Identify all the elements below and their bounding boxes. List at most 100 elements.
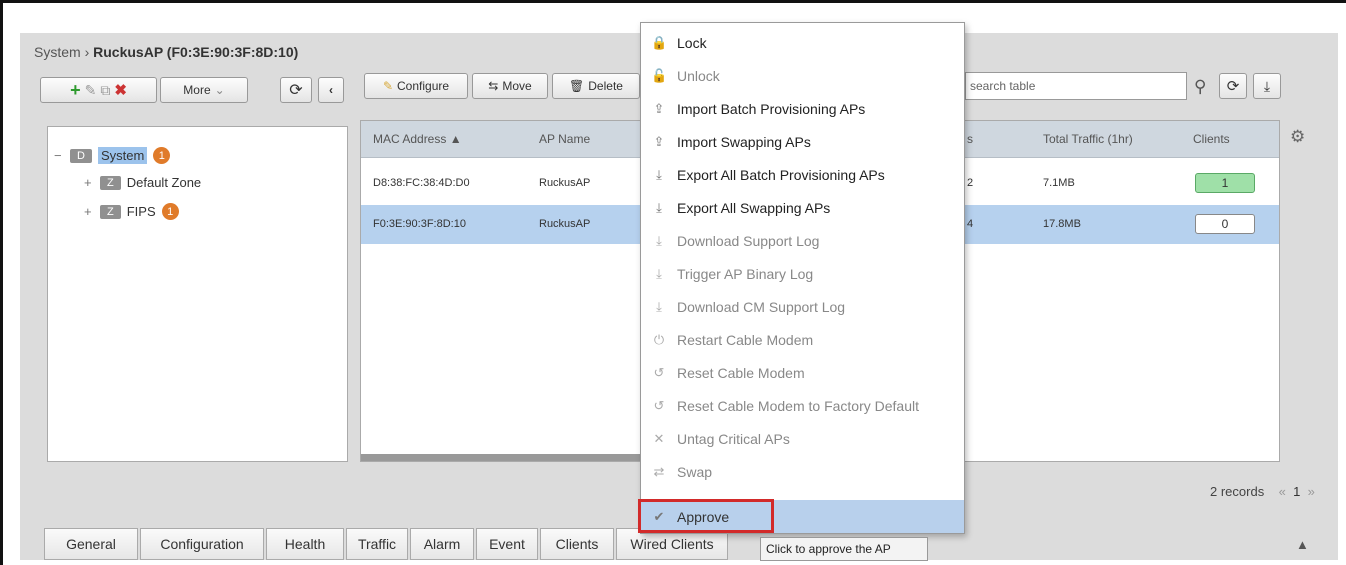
zone-badge: Z <box>100 175 121 190</box>
clients-count-badge[interactable]: 0 <box>1195 214 1255 234</box>
power-icon: ⏻ <box>653 331 665 347</box>
alert-count-badge: 1 <box>161 203 179 220</box>
download-icon: ⤓ <box>656 199 662 215</box>
cell-ap-name: RuckusAP <box>539 177 591 189</box>
cell-traffic: 17.8MB <box>1043 218 1081 230</box>
cell-traffic: 7.1MB <box>1043 177 1075 189</box>
search-placeholder: search table <box>970 79 1036 93</box>
menu-item-trigger-binary-log[interactable]: ⤓ Trigger AP Binary Log <box>641 257 964 290</box>
collapse-icon[interactable]: − <box>54 148 64 163</box>
menu-item-label: Untag Critical APs <box>677 430 790 447</box>
swap-icon: ⇄ <box>653 463 665 479</box>
move-icon: ⇆ <box>488 79 499 93</box>
download-icon: ⤓ <box>656 166 662 182</box>
menu-item-label: Reset Cable Modem to Factory Default <box>677 397 919 414</box>
delete-label: Delete <box>588 79 623 93</box>
expand-icon[interactable]: + <box>84 175 94 190</box>
column-ap-name[interactable]: AP Name <box>539 132 590 146</box>
move-button[interactable]: ⇆ Move <box>472 73 548 99</box>
tab-event[interactable]: Event <box>476 528 538 560</box>
add-icon[interactable]: + <box>70 80 81 101</box>
tree-action-group: + ✎ ⧉ ✖ <box>40 77 157 103</box>
delete-icon[interactable]: ✖ <box>114 81 127 99</box>
tree-node-label: Default Zone <box>126 175 202 190</box>
menu-item-label: Download Support Log <box>677 232 820 249</box>
gear-icon[interactable]: ⚙ <box>1290 127 1305 147</box>
close-icon: ✕ <box>653 430 665 446</box>
records-count: 2 records <box>1210 484 1265 499</box>
tab-traffic[interactable]: Traffic <box>346 528 408 560</box>
upload-icon: ⇪ <box>653 133 665 149</box>
more-dropdown[interactable]: More ⌄ <box>160 77 248 103</box>
column-partial[interactable]: s <box>967 132 973 146</box>
download-icon: ⤓ <box>1263 77 1271 94</box>
tree-node-default-zone[interactable]: + Z Default Zone <box>84 175 201 190</box>
cell-partial: 2 <box>967 177 974 189</box>
menu-item-restart-cable-modem[interactable]: ⏻ Restart Cable Modem <box>641 323 964 356</box>
menu-item-label: Reset Cable Modem <box>677 364 805 381</box>
menu-item-export-swapping[interactable]: ⤓ Export All Swapping APs <box>641 191 964 224</box>
expand-icon[interactable]: + <box>84 204 94 219</box>
zone-badge: Z <box>100 204 121 219</box>
cell-ap-name: RuckusAP <box>539 218 591 230</box>
column-total-traffic[interactable]: Total Traffic (1hr) <box>1043 132 1133 146</box>
tab-configuration[interactable]: Configuration <box>140 528 264 560</box>
menu-item-untag-critical[interactable]: ✕ Untag Critical APs <box>641 422 964 455</box>
breadcrumb: System › RuckusAP (F0:3E:90:3F:8D:10) <box>34 44 298 60</box>
page-number[interactable]: 1 <box>1293 484 1300 499</box>
menu-item-swap[interactable]: ⇄ Swap <box>641 455 964 488</box>
caret-up-icon[interactable]: ▲ <box>1296 537 1309 552</box>
tab-general[interactable]: General <box>44 528 138 560</box>
tab-health[interactable]: Health <box>266 528 344 560</box>
refresh-icon: ⟳ <box>1226 78 1240 95</box>
search-input[interactable]: search table <box>965 72 1187 100</box>
menu-item-export-batch[interactable]: ⤓ Export All Batch Provisioning APs <box>641 158 964 191</box>
collapse-tree-button[interactable]: ‹ <box>318 77 344 103</box>
download-icon: ⤓ <box>656 232 662 248</box>
menu-item-import-swapping[interactable]: ⇪ Import Swapping APs <box>641 125 964 158</box>
refresh-table-button[interactable]: ⟳ <box>1219 73 1247 99</box>
configure-label: Configure <box>397 79 450 93</box>
reset-icon: ↺ <box>653 397 665 413</box>
move-label: Move <box>502 79 532 93</box>
pencil-icon: ✎ <box>382 79 394 93</box>
configure-button[interactable]: ✎ Configure <box>364 73 468 99</box>
menu-item-download-cm-log[interactable]: ⤓ Download CM Support Log <box>641 290 964 323</box>
export-table-button[interactable]: ⤓ <box>1253 73 1281 99</box>
menu-item-lock[interactable]: 🔒 Lock <box>641 26 964 59</box>
tab-clients[interactable]: Clients <box>540 528 614 560</box>
menu-item-label: Restart Cable Modem <box>677 331 814 348</box>
trash-icon: 🗑 <box>569 79 585 93</box>
edit-icon[interactable]: ✎ <box>85 82 97 99</box>
tree-node-system[interactable]: − D System 1 <box>54 147 171 164</box>
menu-item-reset-factory-default[interactable]: ↺ Reset Cable Modem to Factory Default <box>641 389 964 422</box>
menu-item-download-support-log[interactable]: ⤓ Download Support Log <box>641 224 964 257</box>
menu-item-label: Import Swapping APs <box>677 133 811 150</box>
menu-item-label: Export All Swapping APs <box>677 199 831 216</box>
menu-item-reset-cable-modem[interactable]: ↺ Reset Cable Modem <box>641 356 964 389</box>
menu-item-label: Export All Batch Provisioning APs <box>677 166 885 183</box>
next-page-icon[interactable]: » <box>1308 484 1315 499</box>
tree-node-label: System <box>97 147 148 164</box>
menu-item-label: Lock <box>677 34 707 51</box>
lock-icon: 🔒 <box>651 34 668 50</box>
menu-item-label: Download CM Support Log <box>677 298 846 315</box>
download-icon: ⤓ <box>656 265 662 281</box>
clients-count-badge[interactable]: 1 <box>1195 173 1255 193</box>
column-mac-address[interactable]: MAC Address ▲ <box>373 132 462 146</box>
menu-item-import-batch[interactable]: ⇪ Import Batch Provisioning APs <box>641 92 964 125</box>
unlock-icon: 🔓 <box>651 67 668 83</box>
prev-page-icon[interactable]: « <box>1279 484 1286 499</box>
horizontal-scrollbar[interactable] <box>361 454 661 461</box>
menu-item-unlock[interactable]: 🔓 Unlock <box>641 59 964 92</box>
tab-alarm[interactable]: Alarm <box>410 528 474 560</box>
delete-button[interactable]: 🗑 Delete <box>552 73 640 99</box>
tree-node-fips[interactable]: + Z FIPS 1 <box>84 203 179 220</box>
chevron-left-icon: ‹ <box>329 83 333 97</box>
refresh-icon: ⟳ <box>289 82 303 99</box>
search-icon[interactable]: ⚲ <box>1194 77 1206 97</box>
clone-icon[interactable]: ⧉ <box>100 82 110 99</box>
refresh-tree-button[interactable]: ⟳ <box>280 77 312 103</box>
breadcrumb-root[interactable]: System <box>34 44 81 60</box>
column-clients[interactable]: Clients <box>1193 132 1230 146</box>
